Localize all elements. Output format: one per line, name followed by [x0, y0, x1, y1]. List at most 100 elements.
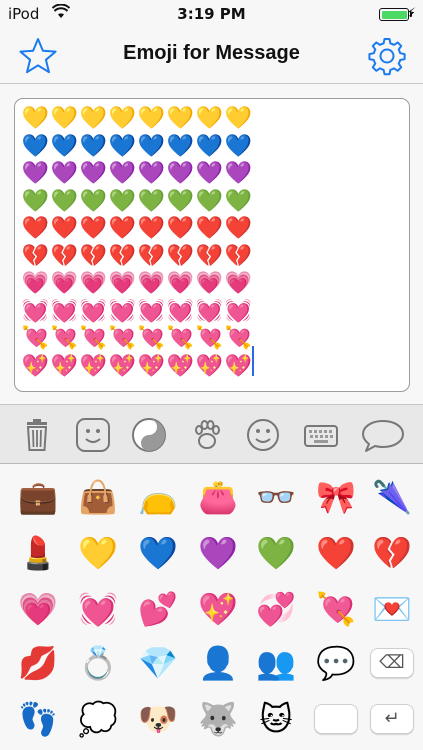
- message-emoji: ❤️: [166, 216, 195, 241]
- yin-yang-icon: [132, 418, 166, 452]
- blank-key[interactable]: [314, 704, 358, 734]
- message-row: 💗 💗 💗 💗 💗 💗 💗 💗: [21, 270, 257, 298]
- emoji-key[interactable]: 🐶: [128, 690, 188, 748]
- message-emoji: 💛: [50, 106, 79, 131]
- message-emoji: 💜: [50, 161, 79, 186]
- emoji-key[interactable]: 💚: [246, 524, 306, 582]
- message-emoji: 💔: [195, 243, 224, 269]
- message-emoji: 💙: [195, 133, 224, 159]
- message-emoji: ❤️: [21, 216, 50, 241]
- message-emoji: 💔: [224, 243, 253, 269]
- emoji-key[interactable]: 👝: [128, 468, 188, 526]
- emoji-key[interactable]: 🐺: [188, 690, 248, 748]
- message-emoji: ❤️: [137, 216, 166, 241]
- emoji-key[interactable]: 💘: [306, 580, 366, 638]
- battery-icon: [379, 8, 412, 21]
- status-bar: iPod 3:19 PM ⚡: [0, 0, 423, 28]
- message-emoji: 💓: [166, 298, 195, 324]
- emoji-key[interactable]: 💜: [188, 524, 248, 582]
- message-emoji: 💘: [108, 326, 137, 351]
- message-emoji: 💘: [166, 326, 195, 351]
- emoji-key[interactable]: 👥: [246, 634, 306, 692]
- emoji-key[interactable]: 👣: [8, 690, 68, 748]
- message-emoji: 💜: [166, 161, 195, 186]
- emoji-key[interactable]: 💞: [246, 580, 306, 638]
- message-emoji: 💛: [108, 106, 137, 131]
- message-emoji: 💖: [166, 353, 195, 379]
- message-emoji: 💙: [108, 133, 137, 159]
- message-emoji: 💙: [224, 133, 253, 159]
- message-emoji: 💜: [21, 161, 50, 186]
- emoji-key[interactable]: ❤️: [306, 524, 366, 582]
- category-yin-yang-button[interactable]: [130, 416, 168, 454]
- keyboard-icon: [304, 425, 338, 447]
- emoji-key[interactable]: 💖: [188, 580, 248, 638]
- message-emoji: 💚: [50, 188, 79, 214]
- category-smileys-button[interactable]: [244, 416, 282, 454]
- message-emoji: 💛: [79, 106, 108, 131]
- message-emoji: 💙: [137, 133, 166, 159]
- category-face-button[interactable]: [74, 416, 112, 454]
- message-emoji: 💓: [108, 298, 137, 324]
- trash-icon: [26, 419, 48, 451]
- message-emoji: 💔: [50, 243, 79, 269]
- message-emoji: 💖: [50, 353, 79, 379]
- emoji-key[interactable]: 👓: [246, 468, 306, 526]
- emoji-key[interactable]: 💓: [68, 580, 128, 638]
- category-animals-button[interactable]: [188, 416, 226, 454]
- message-emoji: 💘: [195, 326, 224, 351]
- message-emoji: 💚: [166, 188, 195, 214]
- message-row: 💙 💙 💙 💙 💙 💙 💙 💙: [21, 133, 257, 161]
- smiley-icon: [247, 419, 279, 451]
- message-emoji: 💗: [108, 271, 137, 296]
- emoji-key[interactable]: 👛: [188, 468, 248, 526]
- message-emoji: 💗: [21, 271, 50, 296]
- message-emoji: 💓: [79, 298, 108, 324]
- emoji-key[interactable]: 💌: [362, 580, 422, 638]
- message-emoji: 💚: [79, 188, 108, 214]
- delete-key[interactable]: ⌫: [370, 648, 414, 678]
- message-row: 💚 💚 💚 💚 💚 💚 💚 💚: [21, 188, 257, 216]
- message-emoji: 💛: [195, 106, 224, 131]
- trash-button[interactable]: [18, 416, 56, 454]
- message-emoji: 💛: [137, 106, 166, 131]
- settings-button[interactable]: [367, 36, 407, 76]
- emoji-key[interactable]: 💕: [128, 580, 188, 638]
- emoji-key[interactable]: 💼: [8, 468, 68, 526]
- message-emoji: 💗: [137, 271, 166, 296]
- emoji-key[interactable]: 💍: [68, 634, 128, 692]
- emoji-key[interactable]: 💬: [306, 634, 366, 692]
- emoji-key[interactable]: 🌂: [362, 468, 422, 526]
- keyboard-button[interactable]: [302, 416, 340, 454]
- message-emoji: 💜: [108, 161, 137, 186]
- send-message-button[interactable]: [360, 416, 406, 454]
- message-emoji: ❤️: [50, 216, 79, 241]
- message-emoji: 💖: [137, 353, 166, 379]
- message-text-view[interactable]: 💛 💛 💛 💛 💛 💛 💛 💛 💙 💙 💙 💙 💙 💙 💙 💙 💜 💜 💜 💜 💜 💜 💜 💜 💚 💚 💚 💚 💚 💚 💚 💚 ❤️ ❤️ ❤️ ❤️…: [14, 98, 410, 392]
- message-emoji: 💗: [195, 271, 224, 296]
- message-emoji: 💓: [21, 298, 50, 324]
- message-emoji: 💘: [137, 326, 166, 351]
- message-emoji: 💖: [224, 353, 253, 379]
- emoji-key[interactable]: 👜: [68, 468, 128, 526]
- emoji-key[interactable]: 🐱: [246, 690, 306, 748]
- return-key[interactable]: ↵: [370, 704, 414, 734]
- emoji-key[interactable]: 💗: [8, 580, 68, 638]
- emoji-key[interactable]: 💭: [68, 690, 128, 748]
- text-cursor: [252, 346, 254, 376]
- emoji-key[interactable]: 👤: [188, 634, 248, 692]
- message-emoji: 💔: [166, 243, 195, 269]
- emoji-key[interactable]: 🎀: [306, 468, 366, 526]
- emoji-key[interactable]: 💛: [68, 524, 128, 582]
- message-emoji: 💚: [108, 188, 137, 214]
- message-row: 💛 💛 💛 💛 💛 💛 💛 💛: [21, 105, 257, 133]
- emoji-key[interactable]: 💙: [128, 524, 188, 582]
- page-title: Emoji for Message: [123, 42, 300, 64]
- message-emoji: 💙: [21, 133, 50, 159]
- emoji-key[interactable]: 💋: [8, 634, 68, 692]
- emoji-key[interactable]: 💄: [8, 524, 68, 582]
- emoji-key[interactable]: 💔: [362, 524, 422, 582]
- emoji-key[interactable]: 💎: [128, 634, 188, 692]
- category-bar: [0, 404, 423, 464]
- paw-icon: [195, 420, 220, 449]
